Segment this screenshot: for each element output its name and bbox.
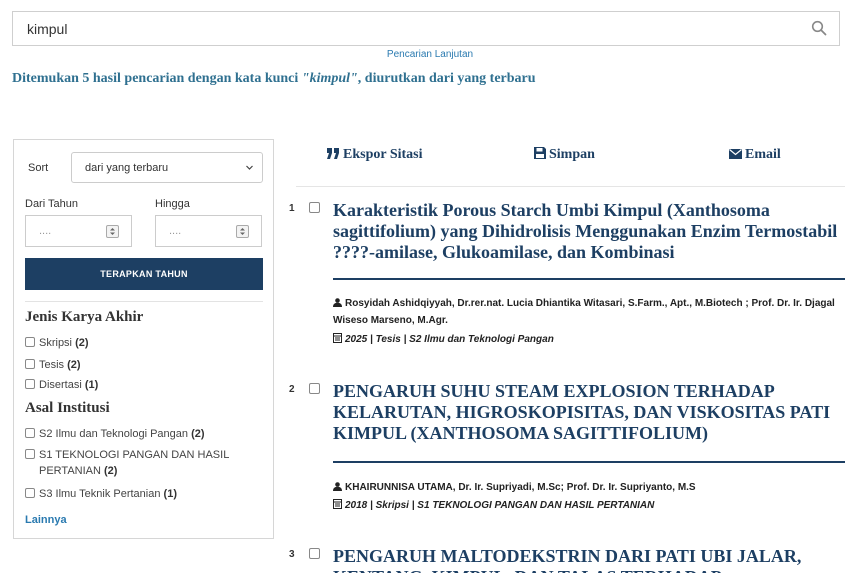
email-button[interactable]: Email [729,147,781,163]
search-icon[interactable] [811,20,827,36]
result-checkbox[interactable] [309,202,320,213]
apply-year-button[interactable]: TERAPKAN TAHUN [25,258,263,290]
save-button[interactable]: Simpan [534,147,595,163]
divider [296,186,845,187]
facet-option[interactable]: Skripsi (2) [25,335,260,351]
result-title-link[interactable]: Karakteristik Porous Starch Umbi Kimpul … [333,200,843,263]
facet-title-jenis: Jenis Karya Akhir [25,309,144,325]
facet-option[interactable]: S3 Ilmu Teknik Pertanian (1) [25,486,260,502]
result-divider [333,461,845,463]
calendar-icon [333,499,342,509]
more-link[interactable]: Lainnya [25,514,67,526]
floppy-disk-icon [534,147,546,159]
facet-option[interactable]: Disertasi (1) [25,377,260,393]
checkbox[interactable] [25,379,35,389]
year-stepper-icon[interactable] [236,225,249,238]
checkbox[interactable] [25,428,35,438]
sort-select[interactable]: dari yang terbaru [71,152,263,183]
export-citation-button[interactable]: Ekspor Sitasi [327,147,423,163]
facet-title-institusi: Asal Institusi [25,400,110,416]
user-icon [333,298,342,307]
result-title-link[interactable]: PENGARUH MALTODEKSTRIN DARI PATI UBI JAL… [333,546,843,573]
result-authors: Rosyidah Ashidqiyyah, Dr.rer.nat. Lucia … [333,298,835,326]
sort-select-value: dari yang terbaru [85,162,169,174]
advanced-search-link[interactable]: Pencarian Lanjutan [0,49,860,60]
from-year-placeholder: .... [39,225,52,237]
quote-icon [327,148,339,159]
result-meta: 2025 | Tesis | S2 Ilmu dan Teknologi Pan… [333,333,843,345]
result-title-link[interactable]: PENGARUH SUHU STEAM EXPLOSION TERHADAP K… [333,381,843,444]
result-meta: 2018 | Skripsi | S1 TEKNOLOGI PANGAN DAN… [333,499,843,511]
facet-option[interactable]: S2 Ilmu dan Teknologi Pangan (2) [25,426,260,442]
result-summary: Ditemukan 5 hasil pencarian dengan kata … [12,71,536,86]
checkbox[interactable] [25,488,35,498]
from-year-input[interactable]: .... [25,215,132,247]
sort-label: Sort [28,162,49,174]
to-year-placeholder: .... [169,225,182,237]
checkbox[interactable] [25,449,35,459]
result-number: 1 [289,203,295,214]
checkbox[interactable] [25,359,35,369]
result-authors: KHAIRUNNISA UTAMA, Dr. Ir. Supriyadi, M.… [333,479,851,496]
envelope-icon [729,149,742,159]
result-checkbox[interactable] [309,548,320,559]
user-icon [333,482,342,491]
search-box[interactable] [12,11,840,46]
result-checkbox[interactable] [309,383,320,394]
filter-sidebar: Sort dari yang terbaru Dari Tahun Hingga… [13,139,274,539]
facet-option[interactable]: Tesis (2) [25,357,260,373]
to-year-label: Hingga [155,198,190,210]
to-year-input[interactable]: .... [155,215,262,247]
result-divider [333,278,845,280]
result-number: 3 [289,549,295,560]
year-stepper-icon[interactable] [106,225,119,238]
calendar-icon [333,333,342,343]
result-number: 2 [289,384,295,395]
from-year-label: Dari Tahun [25,198,78,210]
search-input[interactable] [13,12,803,45]
divider [25,301,263,302]
chevron-down-icon [246,165,253,170]
checkbox[interactable] [25,337,35,347]
facet-option[interactable]: S1 TEKNOLOGI PANGAN DAN HASIL PERTANIAN (… [25,447,260,479]
